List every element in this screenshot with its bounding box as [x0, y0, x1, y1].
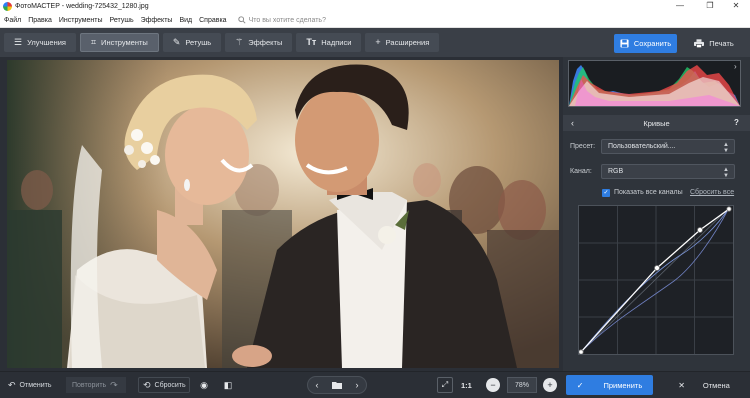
photo-canvas[interactable] [7, 60, 559, 368]
channel-label: Канал: [570, 168, 592, 175]
curves-editor[interactable] [578, 205, 734, 355]
tab-effects[interactable]: ⚚ Эффекты [225, 33, 293, 52]
search-placeholder: Что вы хотите сделать? [248, 16, 326, 24]
title-bar: ФотоМАСТЕР - wedding-725432_1280.jpg — ❐… [0, 0, 750, 13]
save-button[interactable]: Сохранить [614, 34, 677, 53]
next-image-icon[interactable]: › [350, 377, 364, 393]
histogram-graph [569, 65, 740, 106]
chevron-updown-icon: ▲ ▼ [723, 142, 729, 154]
zoom-out-icon[interactable]: − [486, 378, 500, 392]
close-button[interactable]: ✕ [722, 0, 750, 13]
chevron-updown-icon: ▲ ▼ [723, 167, 729, 179]
menu-effects[interactable]: Эффекты [141, 17, 173, 24]
tab-label: Надписи [321, 38, 352, 47]
show-all-channels-checkbox[interactable]: ✓ [602, 189, 610, 197]
zoom-field[interactable]: 78% [507, 377, 537, 393]
printer-icon [694, 39, 705, 48]
window-title: ФотоМАСТЕР - wedding-725432_1280.jpg [15, 3, 149, 10]
scale-1to1-button[interactable]: 1:1 [461, 381, 472, 390]
folder-shape [332, 382, 342, 389]
redo-icon: ↷ [110, 379, 118, 390]
sliders-icon: ☰ [14, 37, 23, 47]
reset-all-link[interactable]: Сбросить все [690, 189, 734, 196]
print-label: Печать [709, 39, 734, 48]
zoom-in-icon[interactable]: + [543, 378, 557, 392]
tab-enhancements[interactable]: ☰ Улучшения [4, 33, 76, 52]
channel-value: RGB [608, 168, 624, 175]
app-logo-icon [3, 2, 12, 11]
cross-icon: ✕ [678, 380, 685, 390]
tab-label: Улучшения [27, 38, 66, 47]
preset-value: Пользовательский.... [608, 143, 676, 150]
floppy-icon [620, 39, 629, 48]
menu-help[interactable]: Справка [199, 17, 226, 24]
crop-icon: ⌗ [90, 37, 97, 47]
menu-bar: Файл Правка Инструменты Ретушь Эффекты В… [0, 13, 750, 28]
tab-label: Инструменты [101, 38, 148, 47]
reset-label: Сбросить [154, 381, 186, 389]
brush-icon: ✎ [172, 37, 181, 47]
tab-extensions[interactable]: + Расширения [365, 33, 440, 52]
help-icon[interactable]: ? [734, 118, 739, 127]
reset-icon: ⟲ [143, 379, 151, 390]
plus-icon: + [375, 37, 381, 47]
panel-title: Кривые [643, 119, 670, 128]
menu-retouch[interactable]: Ретушь [110, 17, 134, 24]
menu-search[interactable]: Что вы хотите сделать? [237, 16, 326, 24]
folder-icon[interactable] [329, 377, 345, 393]
tab-text[interactable]: Tт Надписи [296, 33, 362, 52]
print-button[interactable]: Печать [683, 34, 745, 53]
redo-label: Повторить [72, 381, 107, 389]
check-icon: ✓ [576, 380, 584, 390]
reset-button[interactable]: ⟲ Сбросить [138, 377, 190, 393]
save-label: Сохранить [633, 39, 672, 48]
apply-button[interactable]: ✓ Применить [566, 375, 653, 395]
menu-edit[interactable]: Правка [28, 17, 52, 24]
tab-retouch[interactable]: ✎ Ретушь [162, 33, 222, 52]
curves-graph [578, 206, 733, 355]
menu-view[interactable]: Вид [179, 17, 192, 24]
apply-label: Применить [603, 380, 643, 390]
show-all-channels-label: Показать все каналы [614, 189, 683, 196]
preset-label: Пресет: [570, 143, 596, 150]
undo-icon: ↶ [8, 379, 16, 390]
undo-label: Отменить [19, 381, 52, 389]
compare-icon[interactable]: ◧ [220, 377, 236, 393]
minimize-button[interactable]: — [666, 0, 694, 13]
channel-select[interactable]: RGB ▲ ▼ [601, 164, 735, 179]
preview-eye-icon[interactable]: ◉ [196, 377, 212, 393]
search-icon [237, 16, 246, 24]
wedding-photo [7, 60, 559, 368]
zoom-value: 78% [514, 381, 529, 389]
prev-image-icon[interactable]: ‹ [310, 377, 324, 393]
curves-header: ‹ Кривые ? [563, 115, 750, 131]
maximize-button[interactable]: ❐ [696, 0, 724, 13]
cancel-button[interactable]: ✕ Отмена [660, 375, 748, 395]
wand-icon: ⚚ [235, 37, 244, 47]
fit-screen-icon[interactable]: ⤢ [437, 377, 453, 393]
histogram [568, 60, 741, 107]
tab-tools[interactable]: ⌗ Инструменты [79, 33, 159, 52]
histogram-expand-icon[interactable]: › [734, 62, 744, 72]
menu-file[interactable]: Файл [4, 17, 21, 24]
tab-label: Расширения [385, 38, 430, 47]
tab-label: Эффекты [248, 38, 283, 47]
undo-button[interactable]: ↶ Отменить [8, 377, 52, 393]
redo-button[interactable]: Повторить ↷ [66, 377, 126, 393]
text-icon: Tт [306, 37, 317, 47]
tab-label: Ретушь [185, 38, 212, 47]
preset-select[interactable]: Пользовательский.... ▲ ▼ [601, 139, 735, 154]
cancel-label: Отмена [702, 380, 730, 390]
menu-tools[interactable]: Инструменты [59, 17, 103, 24]
